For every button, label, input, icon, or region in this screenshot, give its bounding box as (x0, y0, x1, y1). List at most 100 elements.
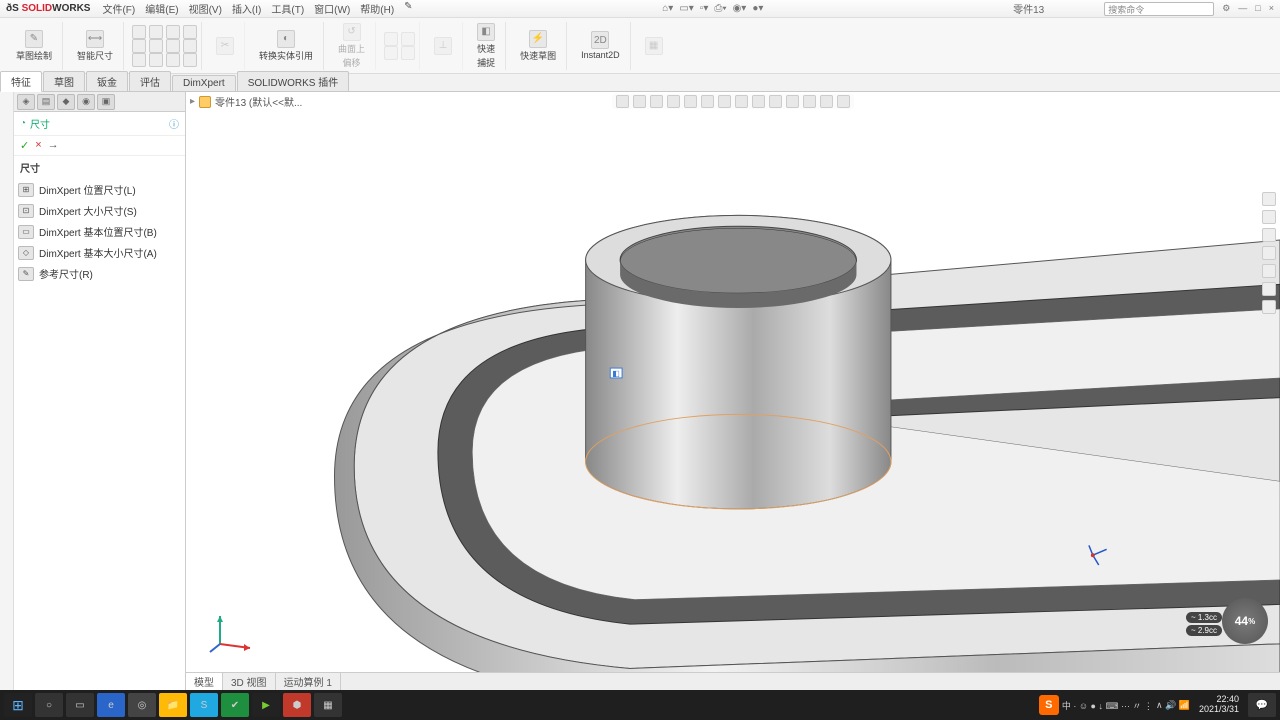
dim-location[interactable]: ⊞DimXpert 位置尺寸(L) (14, 179, 185, 200)
taskpane-library-icon[interactable] (1262, 210, 1276, 224)
taskpane-custom-icon[interactable] (1262, 282, 1276, 296)
tab-evaluate[interactable]: 评估 (129, 71, 171, 91)
view-orient-icon[interactable] (769, 95, 782, 108)
dim-basic-size[interactable]: ◇DimXpert 基本大小尺寸(A) (14, 242, 185, 263)
arc-icon[interactable] (166, 25, 180, 39)
spaceball[interactable]: 44% (1222, 598, 1268, 644)
command-search[interactable]: 搜索命令 (1104, 2, 1214, 16)
taskpane-forum-icon[interactable] (1262, 300, 1276, 314)
close-button[interactable]: × (1269, 3, 1274, 14)
qa-rebuild-icon[interactable]: ●▾ (752, 3, 763, 14)
h4-icon[interactable] (837, 95, 850, 108)
notifications-icon[interactable]: 💬 (1248, 693, 1276, 717)
qa-open-icon[interactable]: ▭▾ (679, 3, 693, 14)
view-settings-icon[interactable] (752, 95, 765, 108)
viewport[interactable]: ▸ 零件13 (默认<<默... (186, 92, 1280, 690)
pm-tab-other-icon[interactable]: ▣ (97, 94, 115, 110)
menu-insert[interactable]: 插入(I) (232, 1, 261, 16)
line-icon[interactable] (132, 25, 146, 39)
pm-tab-feature-icon[interactable]: ◈ (17, 94, 35, 110)
settings-icon[interactable]: ⚙ (1222, 3, 1230, 14)
display-style-icon[interactable] (684, 95, 697, 108)
sogou-ime-icon[interactable]: S (1039, 695, 1059, 715)
dim-size[interactable]: ⊡DimXpert 大小尺寸(S) (14, 200, 185, 221)
pm-tab-display-icon[interactable]: ◆ (57, 94, 75, 110)
shaded-sketch-button[interactable]: ▦ (639, 35, 669, 57)
start-button[interactable]: ⊞ (4, 693, 32, 717)
vtab-3dview[interactable]: 3D 视图 (223, 673, 276, 690)
menu-help[interactable]: 帮助(H) (360, 1, 394, 16)
task-search-icon[interactable]: ○ (35, 693, 63, 717)
pm-tab-dim-icon[interactable]: ◉ (77, 94, 95, 110)
poly-icon[interactable] (132, 53, 146, 67)
menu-view[interactable]: 视图(V) (189, 1, 222, 16)
section-icon[interactable] (667, 95, 680, 108)
menu-edit[interactable]: 编辑(E) (145, 1, 178, 16)
rect-icon[interactable] (132, 39, 146, 53)
app7-icon[interactable]: ⬢ (283, 693, 311, 717)
more-icon[interactable] (183, 53, 197, 67)
clock[interactable]: 22:402021/3/31 (1193, 695, 1245, 715)
tab-dimxpert[interactable]: DimXpert (172, 75, 236, 91)
maximize-button[interactable]: □ (1255, 3, 1260, 14)
move-icon[interactable] (384, 46, 398, 60)
circle-icon[interactable] (149, 25, 163, 39)
offset-button[interactable]: ↺曲面上偏移 (332, 21, 371, 71)
app5-icon[interactable]: ✔ (221, 693, 249, 717)
tab-sheetmetal[interactable]: 钣金 (86, 71, 128, 91)
qa-print-icon[interactable]: ⎙▾ (714, 3, 726, 14)
smart-dimension-button[interactable]: ⟷智能尺寸 (71, 28, 119, 64)
zoom-fit-icon[interactable] (616, 95, 629, 108)
taskpane-appearance-icon[interactable] (1262, 264, 1276, 278)
qa-new-icon[interactable]: ⌂▾ (662, 3, 673, 14)
qa-save-icon[interactable]: ▫▾ (700, 3, 709, 14)
pm-cancel-button[interactable]: × (35, 139, 41, 152)
pattern-icon[interactable] (401, 32, 415, 46)
taskpane-resources-icon[interactable] (1262, 192, 1276, 206)
trim-button[interactable]: ✂ (210, 35, 240, 57)
instant2d-button[interactable]: 2DInstant2D (575, 29, 626, 62)
app6-icon[interactable]: ▶ (252, 693, 280, 717)
app1-icon[interactable]: e (97, 693, 125, 717)
mirror-icon[interactable] (384, 32, 398, 46)
rapid-sketch-button[interactable]: ⚡快速草图 (514, 28, 562, 64)
sketch-button[interactable]: ✎草图绘制 (10, 28, 58, 64)
tab-addins[interactable]: SOLIDWORKS 插件 (237, 71, 350, 91)
pm-ok-button[interactable]: ✓ (20, 139, 29, 152)
copy-icon[interactable] (401, 46, 415, 60)
spline-icon[interactable] (149, 39, 163, 53)
h2-icon[interactable] (803, 95, 816, 108)
menu-tools[interactable]: 工具(T) (271, 1, 304, 16)
tab-sketch[interactable]: 草图 (43, 71, 85, 91)
flyout-tree[interactable]: ▸ 零件13 (默认<<默... (190, 94, 302, 109)
quick-snaps-button[interactable]: ◧快速捕捉 (471, 21, 501, 71)
menu-file[interactable]: 文件(F) (102, 1, 135, 16)
pm-push-button[interactable]: → (48, 139, 59, 152)
view-triad[interactable] (208, 604, 258, 654)
taskview-icon[interactable]: ▭ (66, 693, 94, 717)
sys-tray[interactable]: ∧ 🔊 📶 (1156, 700, 1190, 711)
qa-options-icon[interactable]: ◉▾ (733, 3, 747, 14)
edit-appearance-icon[interactable] (718, 95, 731, 108)
relations-button[interactable]: ⊥ (428, 35, 458, 57)
slot-icon[interactable] (183, 25, 197, 39)
fillet-icon[interactable] (166, 53, 180, 67)
menu-pin-icon[interactable]: ✎ (404, 1, 412, 16)
point-icon[interactable] (183, 39, 197, 53)
dim-reference[interactable]: ✎参考尺寸(R) (14, 263, 185, 284)
convert-entities-button[interactable]: ◐转换实体引用 (253, 28, 319, 64)
ellipse-icon[interactable] (166, 39, 180, 53)
prev-view-icon[interactable] (650, 95, 663, 108)
dim-basic-location[interactable]: ▭DimXpert 基本位置尺寸(B) (14, 221, 185, 242)
app8-icon[interactable]: ▦ (314, 693, 342, 717)
app3-icon[interactable]: 📁 (159, 693, 187, 717)
taskpane-view-icon[interactable] (1262, 246, 1276, 260)
tab-features[interactable]: 特征 (0, 71, 42, 92)
ime-tray[interactable]: 中 · ☺ ● ↓ ⌨ ··· 〃 ⋮ (1062, 699, 1153, 712)
vtab-model[interactable]: 模型 (186, 673, 223, 690)
app4-icon[interactable]: S (190, 693, 218, 717)
hide-show-icon[interactable] (701, 95, 714, 108)
apply-scene-icon[interactable] (735, 95, 748, 108)
vtab-motion[interactable]: 运动算例 1 (276, 673, 341, 690)
left-rail[interactable] (0, 92, 14, 690)
